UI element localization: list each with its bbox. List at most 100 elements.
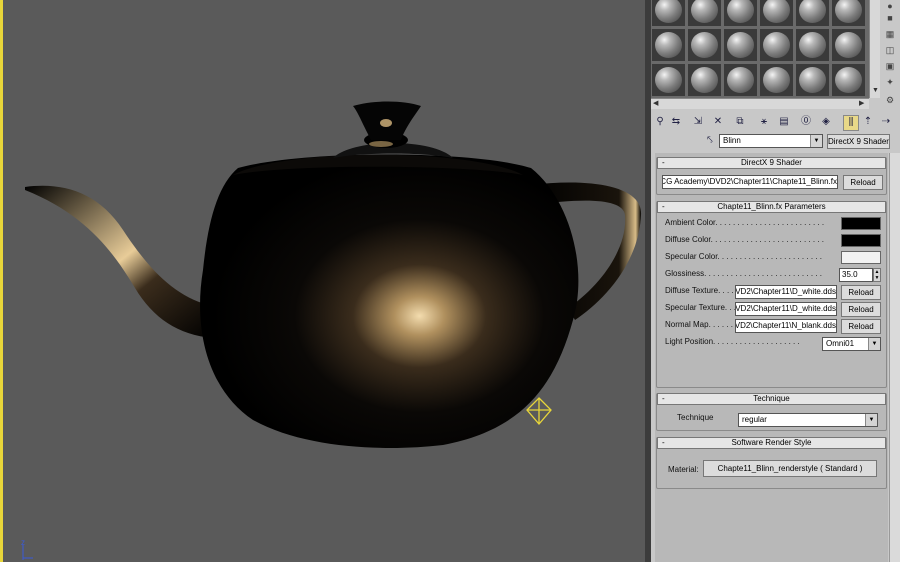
sample-type-icon[interactable]: ● [883,0,897,12]
sample-slot[interactable] [652,64,685,96]
background-icon[interactable]: ▦ [883,28,897,40]
ambient-color-swatch[interactable] [841,217,881,230]
diffuse-texture-label: Diffuse Texture. . . . [665,286,734,295]
material-effects-channel-icon[interactable]: ⓪ [799,115,813,129]
material-picker-row: ⤣ Blinn ▼ DirectX 9 Shader [651,133,900,150]
put-to-library-icon[interactable]: ▤ [777,115,791,129]
material-editor-panel: ◀ ▶ ▼ ● ■ ▦ ◫ ▣ ✦ ⚙ ⚲ ⇆ ⇲ ✕ ⧉ ⚹ ▤ ⓪ ◈ ⫼ … [651,0,900,562]
sample-slot[interactable] [724,64,757,96]
sample-slot[interactable] [832,29,865,61]
rollout-container: - DirectX 9 Shader work\CG Academy\DVD2\… [655,153,888,562]
glossiness-spinner-arrows-icon[interactable]: ▲ ▼ [873,268,881,282]
glossiness-spinner-field[interactable]: 35.0 [839,268,873,282]
sample-slot[interactable] [688,64,721,96]
scroll-down-icon[interactable]: ▼ [872,86,879,96]
technique-rollout-header[interactable]: - Technique [657,393,886,405]
directx-shader-rollout-header[interactable]: - DirectX 9 Shader [657,157,886,169]
material-name-combo[interactable]: Blinn ▼ [719,134,823,148]
video-color-check-icon[interactable]: ▣ [883,60,897,72]
perspective-viewport[interactable]: z [0,0,645,562]
scroll-right-icon[interactable]: ▶ [859,99,864,109]
rollout-title: Software Render Style [731,438,812,447]
fx-file-path-field[interactable]: work\CG Academy\DVD2\Chapter11\Chapte11_… [662,175,838,189]
rollout-title: Technique [753,394,790,403]
sample-slot[interactable] [724,29,757,61]
make-copy-icon[interactable]: ⧉ [733,115,747,129]
pick-material-eyedropper-icon[interactable]: ⤣ [703,134,717,148]
sample-slot[interactable] [652,0,685,26]
show-end-result-icon[interactable]: ⫼ [843,115,859,131]
sample-sphere-icon [691,0,718,23]
go-to-parent-icon[interactable]: ⇡ [861,115,875,129]
directx-shader-rollout: - DirectX 9 Shader work\CG Academy\DVD2\… [656,157,887,195]
diffuse-texture-field[interactable]: DVD2\Chapter11\D_white.dds [735,285,837,299]
panel-scrollbar[interactable] [889,153,900,562]
get-material-icon[interactable]: ⚲ [653,115,667,129]
sample-slot[interactable] [796,0,829,26]
teapot-spout [25,185,213,338]
go-forward-to-sibling-icon[interactable]: ⇢ [879,115,893,129]
technique-combo[interactable]: regular ▼ [738,413,878,427]
sample-slot[interactable] [688,29,721,61]
uv-tiling-icon[interactable]: ◫ [883,44,897,56]
collapse-icon: - [662,394,665,403]
sample-sphere-icon [727,32,754,58]
specular-color-swatch[interactable] [841,251,881,264]
diffuse-texture-reload-button[interactable]: Reload [841,285,881,300]
diffuse-color-swatch[interactable] [841,234,881,247]
sample-slots-vscrollbar[interactable]: ▼ [869,0,880,98]
sample-sphere-icon [655,32,682,58]
sample-slot[interactable] [760,29,793,61]
material-type-button[interactable]: DirectX 9 Shader [827,134,890,149]
sample-slot[interactable] [796,64,829,96]
sample-slots [651,0,869,98]
options-icon[interactable]: ⚙ [883,94,897,106]
sample-slot[interactable] [832,64,865,96]
normal-map-field[interactable]: DVD2\Chapter11\N_blank.dds [735,319,837,333]
normal-map-reload-button[interactable]: Reload [841,319,881,334]
glossiness-label: Glossiness. . . . . . . . . . . . . . . … [665,269,822,278]
sample-sphere-icon [655,67,682,93]
fx-parameters-rollout: - Chapte11_Blinn.fx Parameters Ambient C… [656,201,887,388]
teapot-render [22,101,642,560]
sample-slot[interactable] [760,64,793,96]
material-toolbar: ⚲ ⇆ ⇲ ✕ ⧉ ⚹ ▤ ⓪ ◈ ⫼ ⇡ ⇢ [651,114,900,132]
make-preview-icon[interactable]: ✦ [883,76,897,88]
axis-z-label: z [21,538,25,547]
specular-texture-field[interactable]: DVD2\Chapter11\D_white.dds [735,302,837,316]
sample-slot[interactable] [688,0,721,26]
sample-sphere-icon [835,32,862,58]
specular-color-label: Specular Color. . . . . . . . . . . . . … [665,252,822,261]
software-render-style-rollout-header[interactable]: - Software Render Style [657,437,886,449]
sample-sphere-icon [799,0,826,23]
diffuse-texture-value: DVD2\Chapter11\D_white.dds [735,287,836,296]
fx-reload-button[interactable]: Reload [843,175,883,190]
specular-texture-reload-button[interactable]: Reload [841,302,881,317]
rollout-title: Chapte11_Blinn.fx Parameters [717,202,826,211]
sample-sphere-icon [727,0,754,23]
chevron-down-icon: ▼ [810,135,822,147]
sample-slot[interactable] [796,29,829,61]
assign-to-selection-icon[interactable]: ⇲ [691,115,705,129]
sample-sphere-icon [835,67,862,93]
reset-map-icon[interactable]: ✕ [711,115,725,129]
specular-texture-label: Specular Texture. . . [665,303,736,312]
render-style-material-button[interactable]: Chapte11_Blinn_renderstyle ( Standard ) [703,460,877,477]
backlight-icon[interactable]: ■ [883,12,897,24]
make-unique-icon[interactable]: ⚹ [757,115,771,129]
sample-sphere-icon [655,0,682,23]
scroll-left-icon[interactable]: ◀ [653,99,658,109]
material-name-value: Blinn [723,136,741,145]
rollout-title: DirectX 9 Shader [741,158,802,167]
chevron-down-icon: ▼ [865,414,877,426]
sample-slot[interactable] [724,0,757,26]
sample-slot[interactable] [760,0,793,26]
sample-slot[interactable] [652,29,685,61]
put-to-scene-icon[interactable]: ⇆ [669,115,683,129]
sample-slot[interactable] [832,0,865,26]
chevron-down-icon: ▼ [868,338,880,350]
fx-parameters-rollout-header[interactable]: - Chapte11_Blinn.fx Parameters [657,201,886,213]
show-map-in-viewport-icon[interactable]: ◈ [819,115,833,129]
light-position-combo[interactable]: Omni01 ▼ [822,337,881,351]
sample-slots-hscrollbar[interactable]: ◀ ▶ [651,98,869,109]
